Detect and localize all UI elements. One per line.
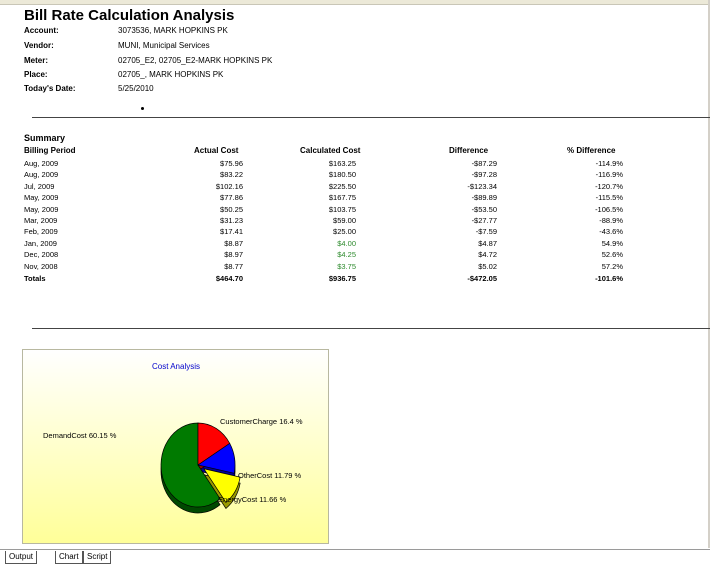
billing-period-cell: Jan, 2009 [24,238,57,248]
col-billing-period: Billing Period [24,146,76,155]
account-value: 3073536, MARK HOPKINS PK [118,26,228,35]
calculated-cost-cell: $163.25 [328,159,356,168]
calculated-cost-cell: $3.75 [337,261,356,271]
summary-title: Summary [24,133,66,143]
pie-label-othercost: OtherCost 11.79 % [238,471,302,480]
account-label: Account: [24,26,59,35]
date-label: Today's Date: [24,84,76,93]
totals-actual-cost-cell: $464.70 [215,274,243,283]
header-divider [32,117,710,118]
difference-cell: -$123.34 [467,181,497,191]
difference-cell: -$7.59 [475,227,497,237]
vendor-value: MUNI, Municipal Services [118,41,210,50]
summary-divider [32,328,710,329]
pct-difference-cell: -120.7% [595,181,623,191]
calculated-cost-cell: $25.00 [333,227,356,237]
window-top-bar [0,0,710,5]
place-value: 02705_, MARK HOPKINS PK [118,70,224,79]
actual-cost-cell: $75.96 [220,159,243,168]
cursor-dot [141,107,144,110]
totals-pct-difference-cell: -101.6% [595,274,623,283]
difference-cell: $4.72 [478,250,497,260]
report-title: Bill Rate Calculation Analysis [24,7,235,24]
difference-cell: -$89.89 [471,193,497,203]
calculated-cost-cell: $167.75 [328,193,356,203]
billing-period-cell: Mar, 2009 [24,216,58,225]
actual-cost-cell: $8.87 [224,238,243,248]
cost-analysis-pie: Cost Analysis DemandCost 60.15 % Customer… [43,362,303,514]
tab-script[interactable]: Script [83,551,112,564]
pie-label-demandcost: DemandCost 60.15 % [43,431,117,440]
pie-label-energycost: EnergyCost 11.66 % [218,495,287,504]
bottom-tab-strip: Output Chart Script [0,549,710,571]
totals-label: Totals [24,274,46,283]
difference-cell: -$27.77 [471,216,497,225]
actual-cost-cell: $31.23 [220,216,243,225]
meter-value: 02705_E2, 02705_E2-MARK HOPKINS PK [118,56,273,65]
col-calculated-cost: Calculated Cost [300,146,361,155]
col-pct-difference: % Difference [567,146,616,155]
calculated-cost-cell: $4.00 [337,238,356,248]
pct-difference-cell: 54.9% [601,238,623,248]
actual-cost-cell: $77.86 [220,193,243,203]
cost-analysis-chart: Cost Analysis DemandCost 60.15 % Customer… [22,349,329,544]
difference-cell: -$97.28 [471,170,497,180]
actual-cost-cell: $83.22 [220,170,243,180]
calculated-cost-cell: $4.25 [337,250,356,260]
actual-cost-cell: $8.97 [224,250,243,260]
billing-period-cell: Jul, 2009 [24,181,55,191]
pct-difference-cell: -88.9% [599,216,623,225]
actual-cost-cell: $8.77 [224,261,243,271]
billing-period-cell: Nov, 2008 [24,261,58,271]
tab-output[interactable]: Output [5,551,38,564]
billing-period-cell: Feb, 2009 [24,227,58,237]
billing-period-cell: Dec, 2008 [24,250,59,260]
difference-cell: -$87.29 [471,159,497,168]
tab-chart[interactable]: Chart [55,551,83,564]
billing-period-cell: Aug, 2009 [24,159,59,168]
calculated-cost-cell: $103.75 [328,204,356,214]
actual-cost-cell: $17.41 [220,227,243,237]
totals-difference-cell: -$472.05 [467,274,497,283]
difference-cell: -$53.50 [471,204,497,214]
actual-cost-cell: $50.25 [220,204,243,214]
calculated-cost-cell: $180.50 [328,170,356,180]
pct-difference-cell: 57.2% [601,261,623,271]
billing-period-cell: May, 2009 [24,193,59,203]
pie-label-customercharge: CustomerCharge 16.4 % [220,417,303,426]
billing-period-cell: May, 2009 [24,204,59,214]
pct-difference-cell: -106.5% [595,204,623,214]
pct-difference-cell: -116.9% [595,170,623,180]
col-actual-cost: Actual Cost [194,146,239,155]
actual-cost-cell: $102.16 [215,181,243,191]
totals-calculated-cost-cell: $936.75 [328,274,356,283]
chart-title: Cost Analysis [152,362,200,371]
calculated-cost-cell: $59.00 [333,216,356,225]
pct-difference-cell: -114.9% [595,159,623,168]
col-difference: Difference [449,146,489,155]
difference-cell: $5.02 [478,261,497,271]
pct-difference-cell: -115.5% [595,193,623,203]
pct-difference-cell: -43.6% [599,227,623,237]
calculated-cost-cell: $225.50 [328,181,356,191]
date-value: 5/25/2010 [118,84,154,93]
difference-cell: $4.87 [478,238,497,248]
pct-difference-cell: 52.6% [601,250,623,260]
place-label: Place: [24,70,48,79]
vendor-label: Vendor: [24,41,54,50]
billing-period-cell: Aug, 2009 [24,170,59,180]
meter-label: Meter: [24,56,49,65]
